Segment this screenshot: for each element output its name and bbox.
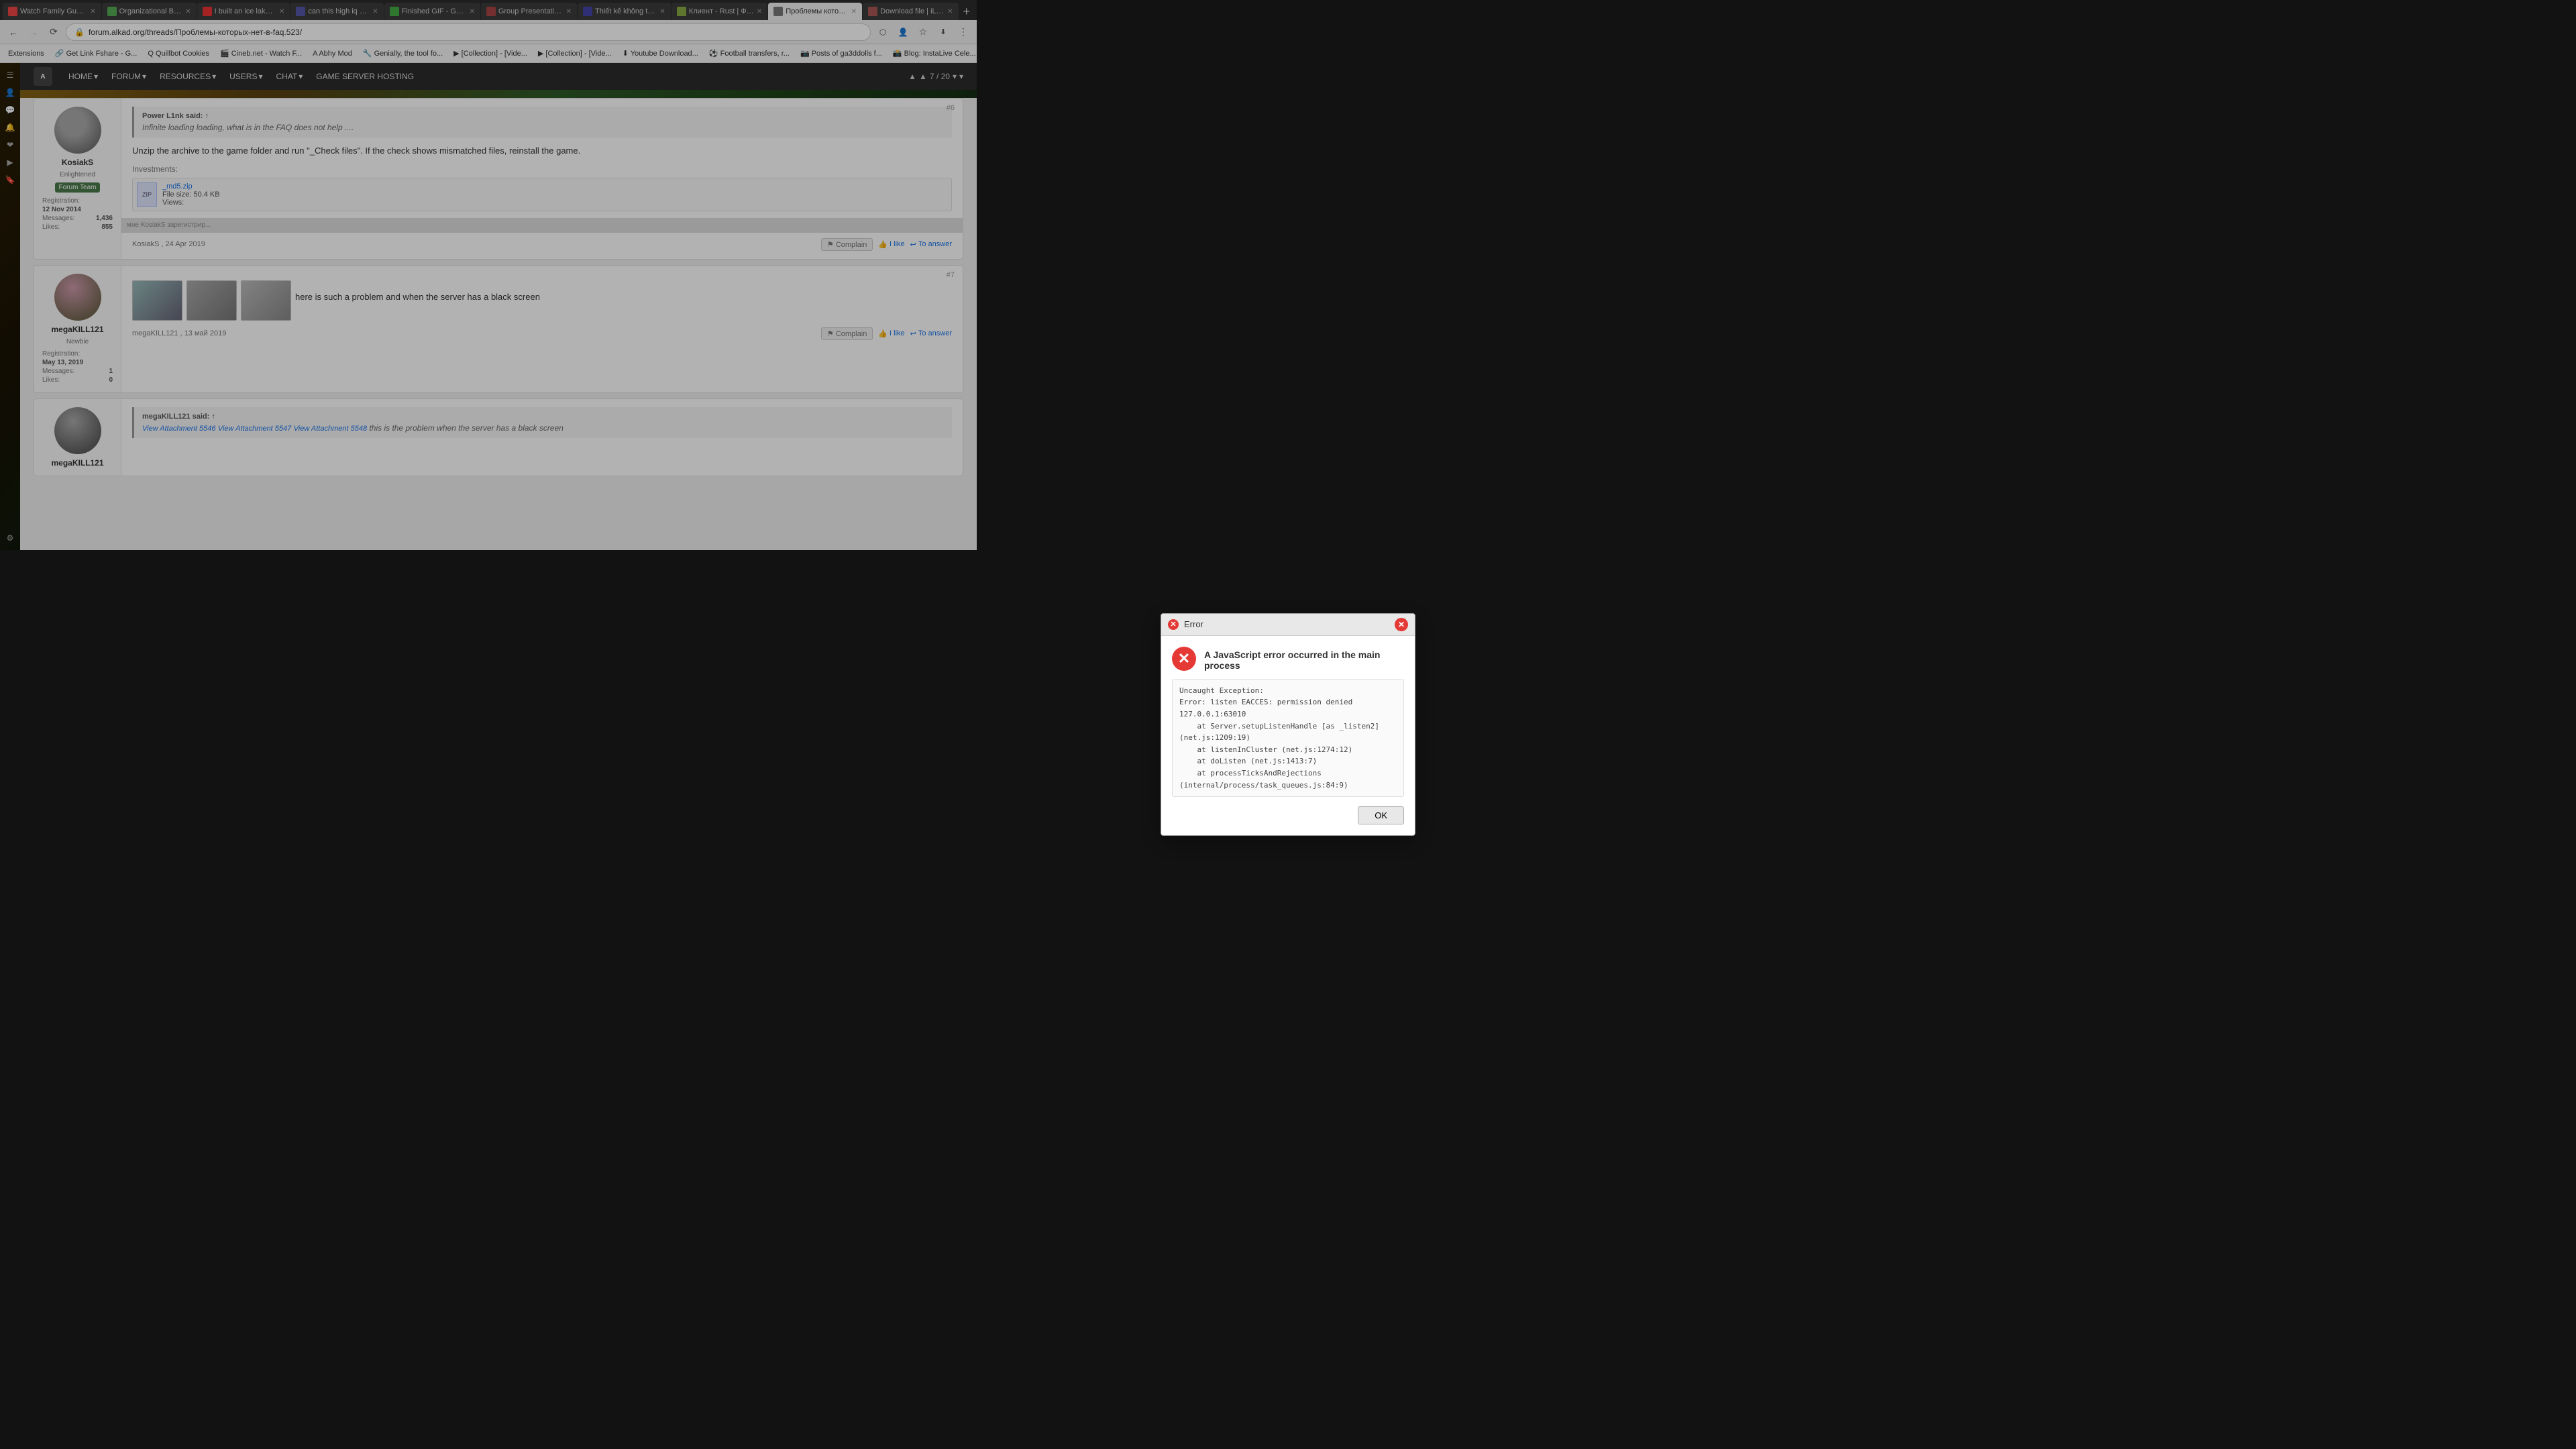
dialog-overlay: ✕ Error ✕ ✕ A JavaScript error occurred … bbox=[0, 0, 2576, 1449]
dialog-title-text: Error bbox=[1184, 619, 1203, 629]
dialog-title-error-icon: ✕ bbox=[1168, 619, 1179, 630]
dialog-title-left: ✕ Error bbox=[1168, 619, 1203, 630]
dialog-body: ✕ A JavaScript error occurred in the mai… bbox=[1161, 636, 1415, 835]
dialog-titlebar: ✕ Error ✕ bbox=[1161, 614, 1415, 636]
dialog-footer: OK bbox=[1172, 806, 1404, 824]
error-dialog: ✕ Error ✕ ✕ A JavaScript error occurred … bbox=[1161, 613, 1415, 836]
dialog-ok-button[interactable]: OK bbox=[1358, 806, 1404, 824]
dialog-error-details: Uncaught Exception: Error: listen EACCES… bbox=[1172, 679, 1404, 797]
dialog-error-icon: ✕ bbox=[1172, 647, 1196, 671]
dialog-main-error: ✕ A JavaScript error occurred in the mai… bbox=[1172, 647, 1404, 671]
dialog-close-button[interactable]: ✕ bbox=[1395, 618, 1408, 631]
dialog-main-message: A JavaScript error occurred in the main … bbox=[1204, 647, 1404, 671]
